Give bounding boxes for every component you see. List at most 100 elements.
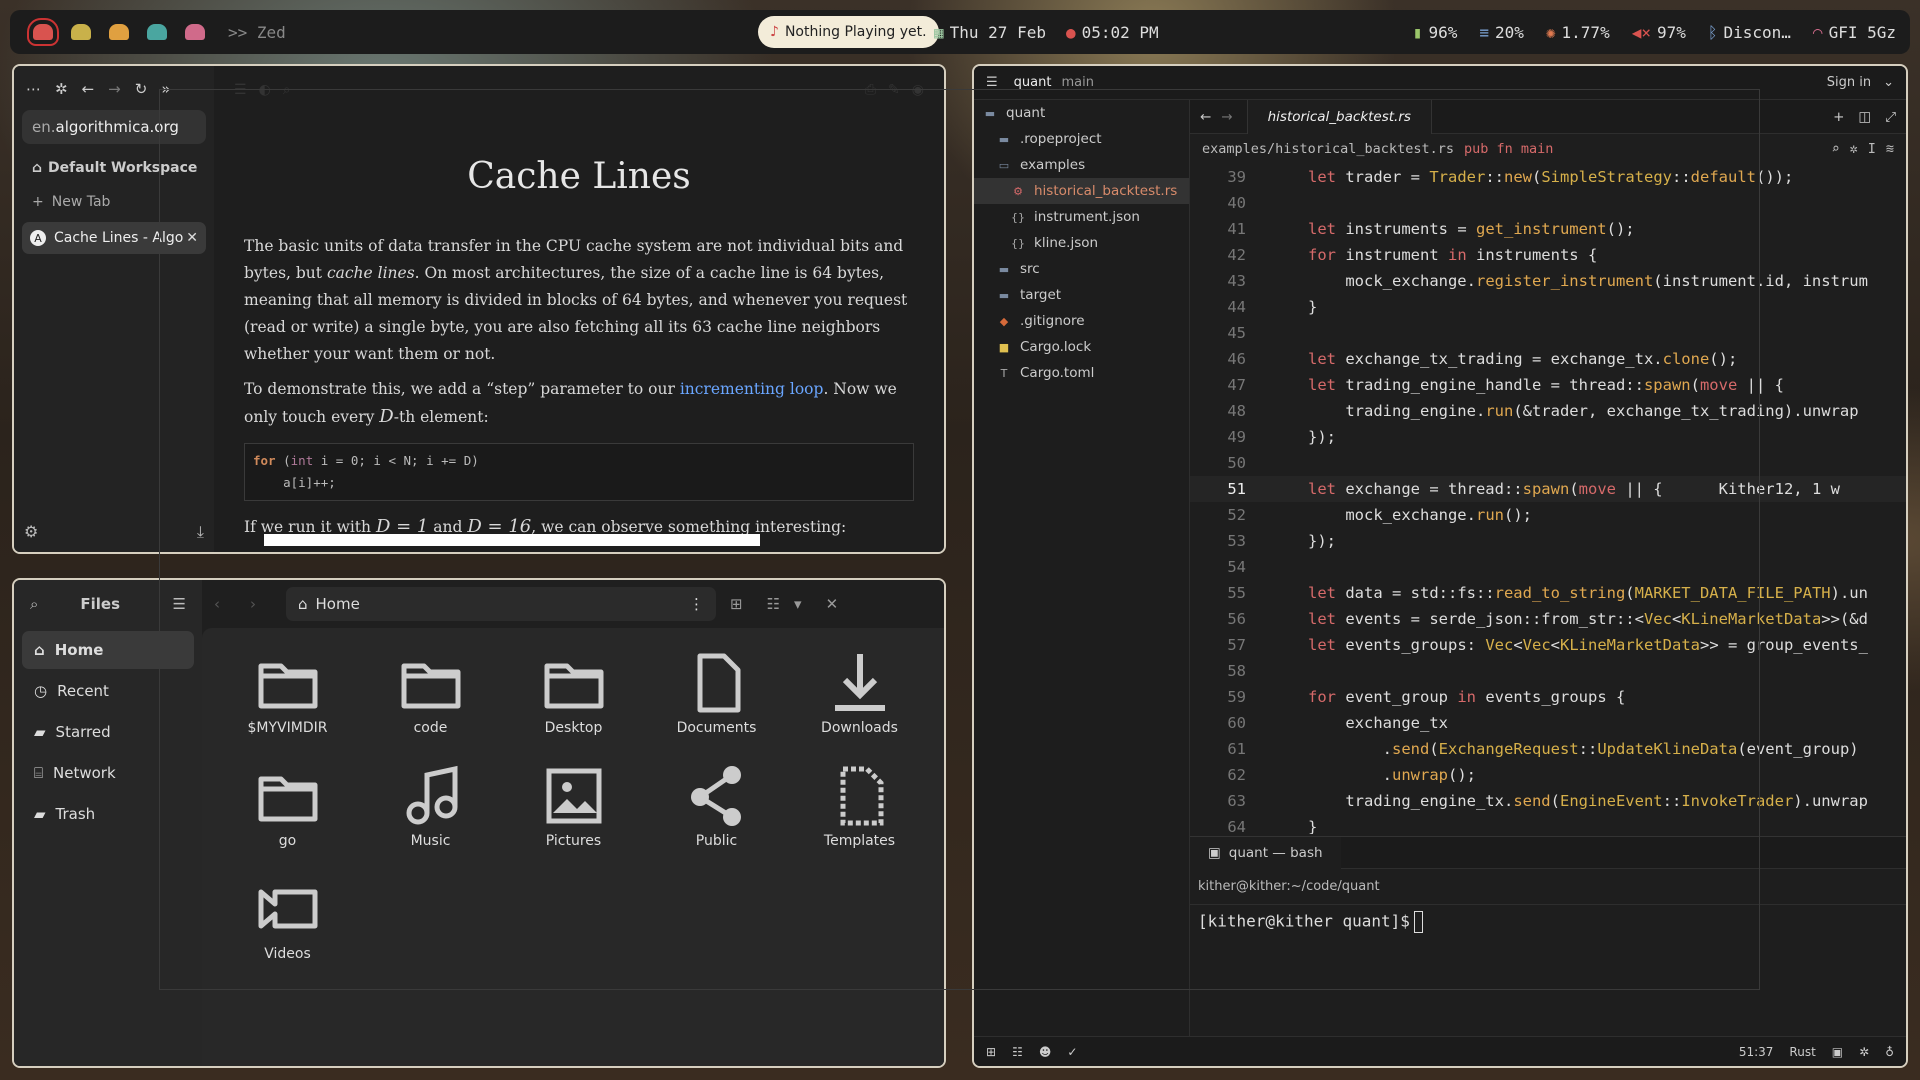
branch-name[interactable]: main [1061,75,1093,90]
code-line[interactable]: 58 [1190,658,1906,684]
settings-icon[interactable]: ≋ [1886,141,1894,157]
code-line[interactable]: 51 let exchange = thread::spawn(move || {… [1190,476,1906,502]
file-item[interactable]: $MYVIMDIR [216,648,359,761]
tree-item[interactable]: ⚙ historical_backtest.rs [974,178,1189,204]
tree-item[interactable]: ◆ .gitignore [974,308,1189,334]
sign-in-button[interactable]: Sign in [1827,75,1871,90]
code-line[interactable]: 64} [1190,814,1906,834]
code-line[interactable]: 47 let trading_engine_handle = thread::sp… [1190,372,1906,398]
code-line[interactable]: 41 let instruments = get_instrument(); [1190,216,1906,242]
workspace-3-icon[interactable] [109,24,129,40]
back-icon[interactable]: ← [82,80,95,98]
workspace-2-icon[interactable] [71,24,91,40]
search-icon[interactable]: ⌕ [283,82,291,98]
menu-icon[interactable]: ☰ [173,595,186,613]
volume-value[interactable]: 97% [1657,23,1686,42]
tree-item[interactable]: {} kline.json [974,230,1189,256]
code-line[interactable]: 57 let events_groups: Vec<Vec<KLineMarket… [1190,632,1906,658]
code-line[interactable]: 43 mock_exchange.register_instrument(ins… [1190,268,1906,294]
more-icon[interactable]: ⋮ [689,595,704,613]
split-icon[interactable]: ◫ [1858,109,1871,125]
code-line[interactable]: 48 trading_engine.run(&trader, exchange_… [1190,398,1906,424]
code-line[interactable]: 46 let exchange_tx_trading = exchange_tx.… [1190,346,1906,372]
tree-item[interactable]: ▬ .ropeproject [974,126,1189,152]
chevron-down-icon[interactable]: ▾ [794,595,802,613]
file-item[interactable]: code [359,648,502,761]
bell-icon[interactable]: ♁ [1885,1045,1894,1059]
outline-icon[interactable]: ☷ [1012,1045,1023,1059]
maximize-icon[interactable]: ⤢ [1885,109,1896,125]
code-line[interactable]: 61 .send(ExchangeRequest::UpdateKlineDat… [1190,736,1906,762]
menu-icon[interactable]: ☰ [986,75,998,90]
workspace-4-icon[interactable] [147,24,167,40]
file-item[interactable]: Downloads [788,648,931,761]
theme-icon[interactable]: ◐ [259,82,271,98]
workspace-5-icon[interactable] [185,24,205,40]
code-line[interactable]: 54 [1190,554,1906,580]
extensions-icon[interactable]: ✲ [55,80,68,98]
time-label[interactable]: 05:02 PM [1082,23,1159,42]
code-line[interactable]: 62 .unwrap(); [1190,762,1906,788]
cpu-value[interactable]: 1.77% [1562,23,1610,42]
search-icon[interactable]: ⌕ [30,595,38,613]
cursor-icon[interactable]: I [1868,141,1876,157]
back-icon[interactable]: ← [1200,109,1211,125]
copilot-icon[interactable]: ▣ [1832,1045,1843,1059]
new-tab-button[interactable]: + New Tab [32,194,214,210]
sidebar-item-recent[interactable]: ◷ Recent [22,672,194,710]
file-item[interactable]: go [216,761,359,874]
terminal-tab[interactable]: ▣ quant — bash [1190,836,1341,869]
code-lines[interactable]: 39 let trader = Trader::new(SimpleStrateg… [1190,164,1906,834]
language-label[interactable]: Rust [1789,1045,1815,1059]
downloads-icon[interactable]: ⤓ [197,522,204,542]
media-widget[interactable]: ♪ Nothing Playing yet. [758,16,939,48]
new-folder-icon[interactable]: ⊞ [730,595,743,613]
reload-icon[interactable]: ↻ [135,80,148,98]
terminal-prompt[interactable]: [kither@kither quant]$ [1190,905,1906,939]
close-icon[interactable]: ✕ [826,595,839,613]
sidebar-item-network[interactable]: ⌸ Network [22,754,194,792]
forward-icon[interactable]: → [1221,109,1232,125]
memory-value[interactable]: 20% [1495,23,1524,42]
assistant-icon[interactable]: ✲ [1850,141,1858,157]
sidebar-item-starred[interactable]: ▰ Starred [22,713,194,751]
chevron-down-icon[interactable]: ⌄ [1883,75,1894,90]
forward-icon[interactable]: → [108,80,121,98]
url-bar[interactable]: en.algorithmica.org [22,110,206,144]
file-item[interactable]: Pictures [502,761,645,874]
file-item[interactable]: Documents [645,648,788,761]
workspace-selector[interactable]: ⌂ Default Workspace [32,160,214,176]
file-item[interactable]: Music [359,761,502,874]
view-list-icon[interactable]: ☷ [767,595,780,613]
tree-item[interactable]: ▬ quant [974,100,1189,126]
sidebar-item-home[interactable]: ⌂ Home [22,631,194,669]
incrementing-loop-link[interactable]: incrementing loop [680,380,824,398]
github-icon[interactable]: ◉ [912,82,924,98]
breadcrumb[interactable]: examples/historical_backtest.rs pub fn ma… [1190,134,1906,164]
tree-item[interactable]: {} instrument.json [974,204,1189,230]
location-bar[interactable]: ⌂ Home ⋮ [286,587,716,621]
code-line[interactable]: 49}); [1190,424,1906,450]
tree-item[interactable]: ■ Cargo.lock [974,334,1189,360]
project-name[interactable]: quant [1014,75,1052,90]
plus-icon[interactable]: + [1833,109,1844,125]
code-line[interactable]: 44} [1190,294,1906,320]
file-item[interactable]: Desktop [502,648,645,761]
code-line[interactable]: 40 [1190,190,1906,216]
print-icon[interactable]: ⎙ [865,82,876,98]
tab-cache-lines[interactable]: A Cache Lines - Algo ✕ [22,222,206,254]
code-line[interactable]: 52 mock_exchange.run(); [1190,502,1906,528]
code-line[interactable]: 63 trading_engine_tx.send(EngineEvent::I… [1190,788,1906,814]
tree-item[interactable]: ▬ target [974,282,1189,308]
terminal-pane[interactable]: ▣ quant — bash kither@kither:~/code/quant… [1190,836,1906,1036]
more-icon[interactable]: ⋯ [26,80,41,98]
expand-icon[interactable]: » [161,80,170,98]
code-line[interactable]: 59 for event_group in events_groups { [1190,684,1906,710]
code-line[interactable]: 42 for instrument in instruments { [1190,242,1906,268]
close-tab-icon[interactable]: ✕ [186,230,198,246]
code-line[interactable]: 39 let trader = Trader::new(SimpleStrateg… [1190,164,1906,190]
menu-icon[interactable]: ☰ [234,82,247,98]
code-line[interactable]: 60 exchange_tx [1190,710,1906,736]
code-line[interactable]: 55 let data = std::fs::read_to_string(MAR… [1190,580,1906,606]
panel-icon[interactable]: ⊞ [986,1045,996,1059]
